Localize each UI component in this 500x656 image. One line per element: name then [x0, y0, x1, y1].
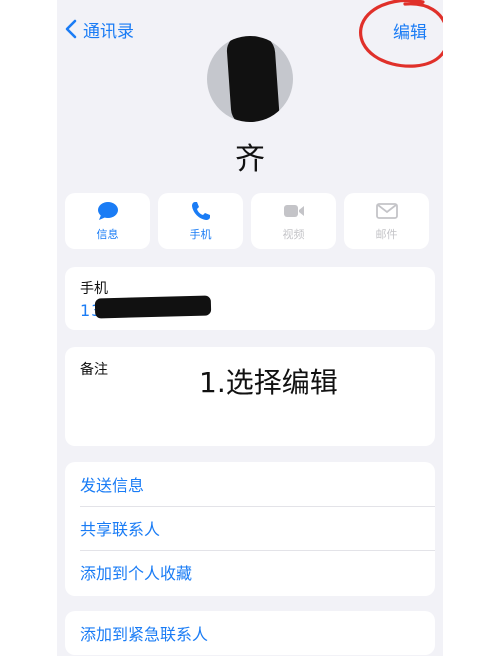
- phone-label: 手机: [80, 281, 108, 297]
- notes-card[interactable]: 备注 1.选择编辑: [65, 347, 435, 446]
- annotation-text: 1.选择编辑: [199, 366, 338, 399]
- back-button[interactable]: 通讯录: [65, 16, 134, 42]
- send-message-link[interactable]: 发送信息: [65, 462, 435, 506]
- mail-label: 邮件: [375, 227, 398, 241]
- add-emergency-contact-link[interactable]: 添加到紧急联系人: [65, 611, 435, 655]
- contact-name: 齐: [235, 142, 265, 177]
- add-to-favorites-link[interactable]: 添加到个人收藏: [65, 550, 435, 594]
- call-label: 手机: [189, 227, 212, 241]
- video-button[interactable]: 视频: [251, 193, 336, 249]
- video-icon: [283, 204, 304, 217]
- phone-redaction: [94, 295, 212, 319]
- mail-icon: [375, 202, 398, 219]
- mail-button[interactable]: 邮件: [344, 193, 429, 249]
- action-buttons: 信息 手机 视频 邮件: [65, 193, 429, 249]
- edit-button[interactable]: 编辑: [393, 18, 427, 43]
- message-label: 信息: [96, 227, 119, 241]
- contact-detail-screen: 通讯录 编辑 齐 信息 手机 视频 邮件 手机 13 备注 1.选择编辑 发送信…: [57, 0, 443, 656]
- share-contact-link[interactable]: 共享联系人: [65, 506, 435, 550]
- message-button[interactable]: 信息: [65, 193, 150, 249]
- message-icon: [97, 201, 118, 220]
- phone-card[interactable]: 手机 13 3853: [65, 267, 435, 330]
- back-label: 通讯录: [83, 21, 134, 42]
- chevron-left-icon: [65, 19, 77, 39]
- phone-icon: [191, 201, 210, 220]
- emergency-card: 添加到紧急联系人: [65, 611, 435, 655]
- action-links-card: 发送信息 共享联系人 添加到个人收藏: [65, 462, 435, 596]
- call-button[interactable]: 手机: [158, 193, 243, 249]
- notes-label: 备注: [80, 362, 108, 378]
- avatar-redaction: [225, 36, 281, 122]
- avatar: [207, 36, 293, 122]
- video-label: 视频: [282, 227, 305, 241]
